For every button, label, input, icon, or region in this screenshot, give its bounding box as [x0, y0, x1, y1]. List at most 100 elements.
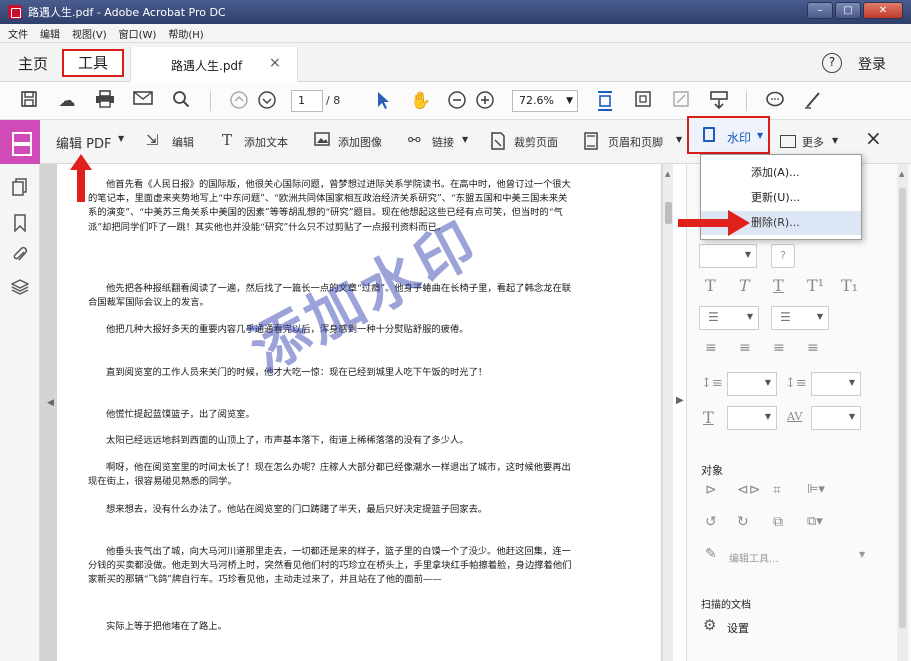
read-mode-icon[interactable] [708, 90, 730, 112]
cloud-upload-icon[interactable]: ☁ [56, 90, 78, 112]
align-justify-icon[interactable]: ≡ [807, 340, 819, 356]
tab-document[interactable]: 路遇人生.pdf × [130, 47, 298, 82]
add-text-icon[interactable]: T [222, 131, 232, 149]
edit-using-tool[interactable]: 编辑工具... [729, 550, 779, 565]
text-underline-icon[interactable]: T [773, 276, 784, 295]
align-center-icon[interactable]: ≡ [739, 340, 751, 356]
close-edit-toolbar-icon[interactable]: × [865, 126, 882, 150]
attachment-icon[interactable] [11, 246, 29, 264]
close-tab-icon[interactable]: × [269, 55, 281, 71]
scroll-up-icon[interactable]: ▲ [665, 170, 670, 178]
scanned-documents-label: 扫描的文档 [701, 600, 751, 611]
scrollbar-thumb[interactable] [899, 188, 906, 628]
horizontal-scale-select[interactable]: ▼ [727, 406, 777, 430]
collapse-left-pane-icon[interactable]: ◀ [47, 398, 54, 408]
document-scrollbar[interactable]: ▲ [662, 164, 673, 661]
hand-tool-icon[interactable]: ✋ [410, 90, 432, 112]
tab-tools[interactable]: 工具 [62, 49, 124, 77]
crop-pages-button[interactable]: 裁剪页面 [514, 134, 558, 150]
add-text-button[interactable]: 添加文本 [244, 134, 288, 150]
edit-tool-icon[interactable]: ⇲ [146, 131, 159, 149]
add-image-icon[interactable] [314, 132, 330, 150]
print-icon[interactable] [94, 90, 116, 112]
gear-icon[interactable]: ⚙ [703, 616, 716, 634]
highlight-pen-icon[interactable] [802, 90, 824, 112]
arrange-objects-icon[interactable]: ⧉▾ [807, 514, 823, 529]
chevron-down-icon: ▼ [757, 131, 764, 140]
zoom-level-select[interactable]: 72.6% ▼ [512, 90, 578, 112]
help-icon[interactable]: ? [822, 53, 842, 73]
replace-image-icon[interactable]: ⧉ [773, 514, 783, 530]
chevron-down-icon: ▼ [462, 135, 469, 144]
edit-pdf-mode-icon[interactable] [0, 120, 40, 164]
save-icon[interactable] [18, 90, 40, 112]
expand-right-pane-icon[interactable]: ▶ [676, 395, 684, 406]
page-number-input[interactable]: 1 [291, 90, 323, 112]
email-icon[interactable] [132, 90, 154, 112]
link-icon[interactable]: ⚯ [408, 131, 421, 149]
menu-file[interactable]: 文件 [8, 26, 28, 41]
fit-page-icon[interactable] [594, 90, 616, 112]
menu-window[interactable]: 窗口(W) [119, 26, 157, 41]
more-tools-button[interactable]: 更多 [802, 134, 824, 150]
crop-icon[interactable] [490, 132, 506, 154]
select-cursor-icon[interactable] [372, 90, 394, 112]
font-size-select[interactable]: ▼ [699, 244, 757, 268]
align-left-icon[interactable]: ≡ [705, 340, 717, 356]
login-link[interactable]: 登录 [858, 54, 886, 74]
flip-vertical-icon[interactable]: ⊲⊳ [737, 482, 760, 498]
line-spacing-select[interactable]: ▼ [727, 372, 777, 396]
bookmark-icon[interactable] [11, 214, 29, 233]
window-close-button[interactable]: ✕ [863, 2, 903, 19]
menu-edit[interactable]: 编辑 [40, 26, 60, 41]
maximize-button[interactable]: □ [835, 2, 861, 19]
rotate-view-icon[interactable] [632, 90, 654, 112]
menu-help[interactable]: 帮助(H) [168, 26, 203, 41]
annotation-arrow-up-icon [70, 154, 92, 202]
edit-button[interactable]: 编辑 [172, 134, 194, 150]
font-info-icon[interactable]: ? [771, 244, 795, 268]
menu-view[interactable]: 视图(V) [72, 26, 107, 41]
search-icon[interactable] [170, 90, 192, 112]
zoom-out-icon[interactable] [446, 90, 468, 112]
layers-icon[interactable] [10, 278, 30, 296]
text-superscript-icon[interactable]: T¹ [807, 276, 824, 295]
pages-thumbnail-icon[interactable] [11, 178, 29, 196]
scroll-up-icon[interactable]: ▲ [899, 170, 904, 178]
bullet-list-select[interactable]: ☰ ▼ [699, 306, 759, 330]
tab-home[interactable]: 主页 [18, 53, 48, 74]
chevron-down-icon: ▼ [118, 134, 125, 143]
more-tools-icon[interactable] [780, 135, 796, 148]
text-subscript-icon[interactable]: T₁ [841, 276, 858, 295]
comment-icon[interactable] [764, 90, 786, 112]
full-screen-icon[interactable] [670, 90, 692, 112]
scrollbar-thumb[interactable] [665, 202, 672, 224]
text-italic-icon[interactable]: T [739, 276, 750, 295]
watermark-dropdown[interactable]: 水印 ▼ [687, 116, 770, 154]
watermark-add-item[interactable]: 添加(A)... [701, 161, 861, 185]
document-tab-label: 路遇人生.pdf [171, 59, 243, 73]
align-objects-icon[interactable]: ⊫▾ [807, 482, 825, 497]
numbered-list-select[interactable]: ☰ ▼ [771, 306, 829, 330]
right-panel-scrollbar[interactable]: ▲ [897, 164, 908, 661]
edit-pdf-dropdown[interactable]: 编辑 PDF [56, 133, 111, 152]
header-footer-button[interactable]: 页眉和页脚 [608, 134, 663, 150]
watermark-update-item[interactable]: 更新(U)... [701, 186, 861, 210]
zoom-in-icon[interactable] [474, 90, 496, 112]
add-image-button[interactable]: 添加图像 [338, 134, 382, 150]
header-footer-icon[interactable] [584, 132, 598, 154]
next-page-icon[interactable] [256, 90, 278, 112]
text-normal-icon[interactable]: T [705, 276, 716, 295]
paragraph-spacing-select[interactable]: ▼ [811, 372, 861, 396]
crop-object-icon[interactable]: ⌗ [773, 482, 781, 498]
rotate-left-icon[interactable]: ↺ [705, 514, 717, 530]
rotate-right-icon[interactable]: ↻ [737, 514, 749, 530]
scan-settings-button[interactable]: 设置 [727, 620, 749, 636]
align-right-icon[interactable]: ≡ [773, 340, 785, 356]
character-spacing-select[interactable]: ▼ [811, 406, 861, 430]
previous-page-icon[interactable] [228, 90, 250, 112]
acrobat-app-icon [8, 5, 22, 19]
minimize-button[interactable]: – [807, 2, 833, 19]
link-button[interactable]: 链接 [432, 134, 454, 150]
flip-horizontal-icon[interactable]: ⊳ [705, 482, 717, 498]
